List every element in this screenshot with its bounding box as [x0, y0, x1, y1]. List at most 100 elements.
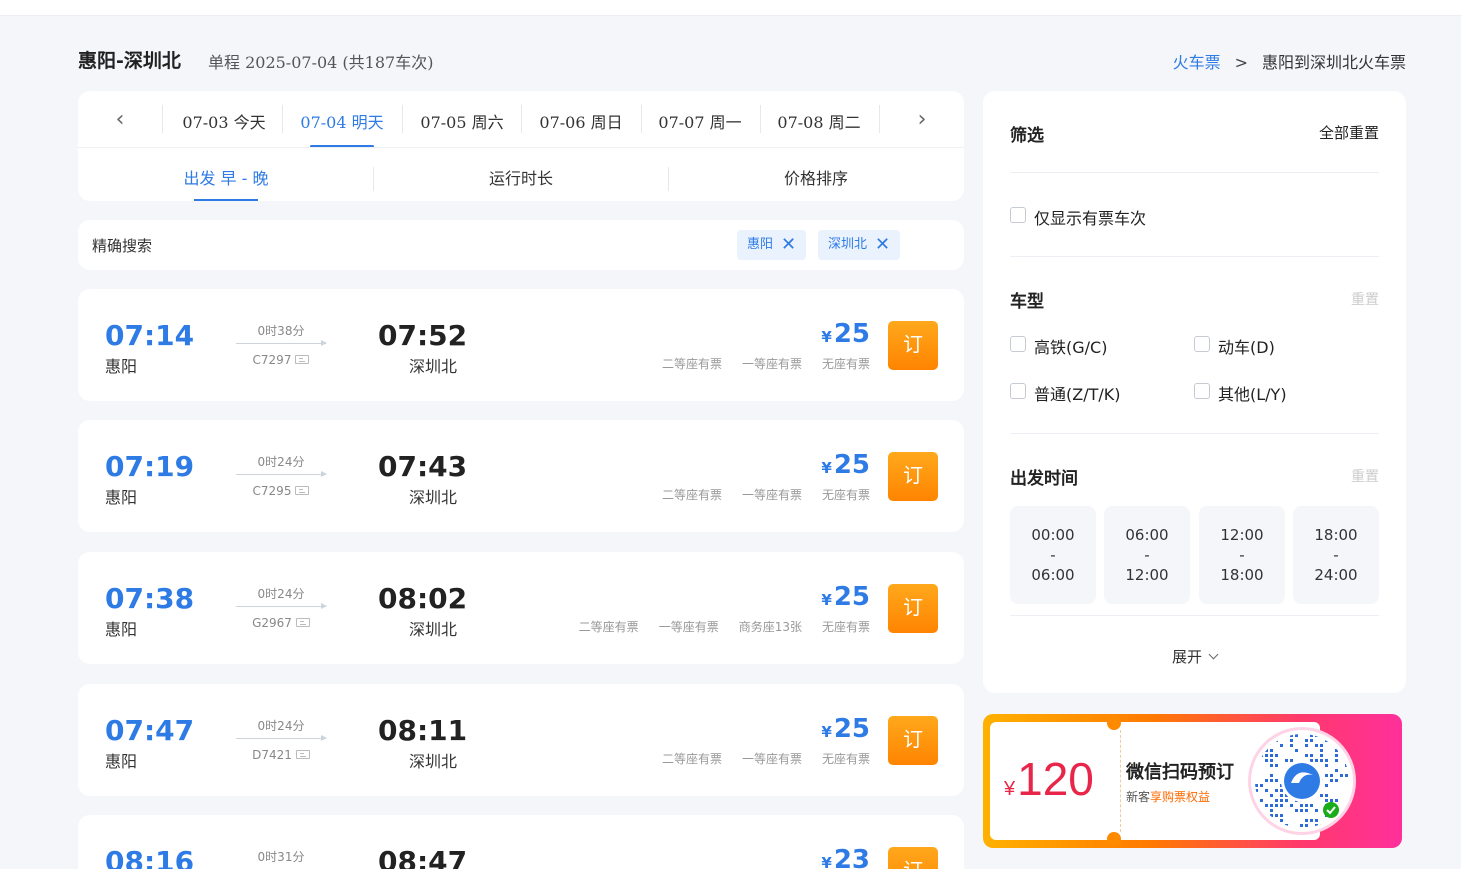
train-row[interactable]: 07:19 惠阳 0时24分 C7295 07:43 深圳北 ¥25 二等座有票… [78, 420, 964, 532]
seat-first-class: 一等座有票 [658, 620, 719, 634]
sort-divider [373, 167, 374, 191]
departure-time: 07:38 [105, 582, 195, 615]
tab-date-0704[interactable]: 07-04 明天 [298, 109, 386, 135]
info-card-icon[interactable] [295, 355, 310, 364]
date-prev-icon[interactable]: ‹ [108, 109, 132, 133]
tab-date-0703[interactable]: 07-03 今天 [180, 109, 268, 135]
currency-symbol: ¥ [821, 328, 832, 346]
train-row[interactable]: 08:16 0时31分 08:47 ¥23 订 [78, 815, 964, 869]
expand-label: 展开 [1171, 648, 1202, 666]
station-tag-shenzhenbei[interactable]: 深圳北 ✕ [818, 230, 901, 260]
tab-date-0707[interactable]: 07-07 周一 [656, 109, 744, 135]
depart-time-title: 出发时间 [1010, 469, 1078, 489]
duration: 0时24分 [257, 719, 305, 733]
time-slot-1200-1800[interactable]: 12:00 - 18:00 [1199, 506, 1285, 604]
tag-label: 深圳北 [828, 237, 868, 252]
duration: 0时24分 [257, 587, 305, 601]
departure-time: 07:47 [105, 714, 195, 747]
time-slot-0600-1200[interactable]: 06:00 - 12:00 [1104, 506, 1190, 604]
departure-time: 08:16 [105, 845, 195, 869]
sort-divider [668, 167, 669, 191]
slot-to: 18:00 [1220, 566, 1264, 584]
sort-duration[interactable]: 运行时长 [431, 165, 611, 189]
qr-code-icon[interactable] [1251, 730, 1353, 832]
info-card-icon[interactable] [295, 618, 310, 627]
info-card-icon[interactable] [295, 486, 310, 495]
wechat-promo-banner[interactable]: ¥120 微信扫码预订 新客享购票权益 [983, 714, 1402, 848]
slot-from: 18:00 [1314, 526, 1358, 544]
divider [1010, 615, 1379, 616]
book-button[interactable]: 订 [888, 847, 938, 869]
book-button[interactable]: 订 [888, 321, 938, 370]
only-available-checkbox[interactable] [1010, 207, 1026, 223]
tab-date-0706[interactable]: 07-06 周日 [537, 109, 625, 135]
tag-label: 惠阳 [747, 237, 774, 252]
sort-departure[interactable]: 出发 早 - 晚 [136, 165, 316, 189]
book-button[interactable]: 订 [888, 716, 938, 765]
sort-price[interactable]: 价格排序 [726, 165, 906, 189]
station-tag-huiyang[interactable]: 惠阳 ✕ [737, 230, 807, 260]
train-number-text: C7295 [252, 484, 292, 498]
departure-station: 惠阳 [105, 752, 138, 771]
slot-from: 12:00 [1220, 526, 1264, 544]
duration: 0时31分 [257, 850, 305, 864]
info-card-icon[interactable] [295, 750, 310, 759]
expand-button[interactable]: 展开 [983, 646, 1406, 667]
reset-all-button[interactable]: 全部重置 [1319, 122, 1379, 143]
slot-from: 00:00 [1031, 526, 1075, 544]
date-next-icon[interactable]: › [910, 109, 934, 133]
duration: 0时24分 [257, 455, 305, 469]
close-icon[interactable]: ✕ [875, 230, 890, 260]
arrival-station: 深圳北 [409, 752, 458, 771]
tab-date-0705[interactable]: 07-05 周六 [418, 109, 506, 135]
filter-title: 筛选 [1010, 126, 1044, 146]
tab-divider [760, 105, 761, 133]
seat-standing: 无座有票 [821, 620, 870, 634]
slot-dash: - [1144, 546, 1150, 564]
divider [1010, 256, 1379, 257]
route-title: 惠阳-深圳北 [78, 50, 181, 72]
type-d-checkbox[interactable] [1194, 336, 1210, 352]
depart-time-reset-button[interactable]: 重置 [1351, 466, 1379, 486]
train-number[interactable]: C7297 [236, 353, 326, 367]
price-value: 23 [833, 845, 870, 869]
promo-title: 微信扫码预订 [1126, 762, 1234, 783]
type-d-label: 动车(D) [1218, 338, 1275, 357]
type-gc-checkbox[interactable] [1010, 336, 1026, 352]
currency-symbol: ¥ [1004, 778, 1016, 800]
train-row[interactable]: 07:14 惠阳 0时38分 C7297 07:52 深圳北 ¥25 二等座有票… [78, 289, 964, 401]
time-slot-0000-0600[interactable]: 00:00 - 06:00 [1010, 506, 1096, 604]
departure-station: 惠阳 [105, 488, 138, 507]
arrival-time: 08:02 [378, 582, 468, 615]
train-row[interactable]: 07:47 惠阳 0时24分 D7421 08:11 深圳北 ¥25 二等座有票… [78, 684, 964, 796]
time-slot-1800-2400[interactable]: 18:00 - 24:00 [1293, 506, 1379, 604]
seat-availability: 二等座有票 一等座有票 商务座13张 无座有票 [559, 618, 870, 635]
book-button[interactable]: 订 [888, 452, 938, 501]
slot-dash: - [1333, 546, 1339, 564]
train-row[interactable]: 07:38 惠阳 0时24分 G2967 08:02 深圳北 ¥25 二等座有票… [78, 552, 964, 664]
seat-second-class: 二等座有票 [661, 488, 722, 502]
book-button[interactable]: 订 [888, 584, 938, 633]
close-icon[interactable]: ✕ [781, 230, 796, 260]
filter-panel: 筛选 全部重置 仅显示有票车次 车型 重置 高铁(G/C) 动车(D) 普通(Z… [983, 91, 1406, 693]
slot-from: 06:00 [1125, 526, 1169, 544]
train-number[interactable]: G2967 [236, 616, 326, 630]
train-number[interactable]: C7295 [236, 484, 326, 498]
type-ztk-checkbox[interactable] [1010, 383, 1026, 399]
promo-amount: ¥120 [1004, 752, 1094, 806]
type-ly-checkbox[interactable] [1194, 383, 1210, 399]
arrival-time: 08:11 [378, 714, 468, 747]
seat-availability: 二等座有票 一等座有票 无座有票 [642, 486, 870, 503]
tab-divider [879, 105, 880, 133]
exact-search-bar: 精确搜索 惠阳 ✕ 深圳北 ✕ [78, 220, 964, 270]
seat-second-class: 二等座有票 [661, 357, 722, 371]
tab-date-0708[interactable]: 07-08 周二 [775, 109, 863, 135]
breadcrumb-train-tickets[interactable]: 火车票 [1173, 53, 1221, 72]
tab-divider [282, 105, 283, 133]
route-arrow [236, 603, 327, 609]
chevron-down-icon [1208, 649, 1219, 660]
train-type-reset-button[interactable]: 重置 [1351, 289, 1379, 309]
departure-station: 惠阳 [105, 620, 138, 639]
train-number[interactable]: D7421 [236, 748, 326, 762]
arrival-time: 07:43 [378, 450, 468, 483]
